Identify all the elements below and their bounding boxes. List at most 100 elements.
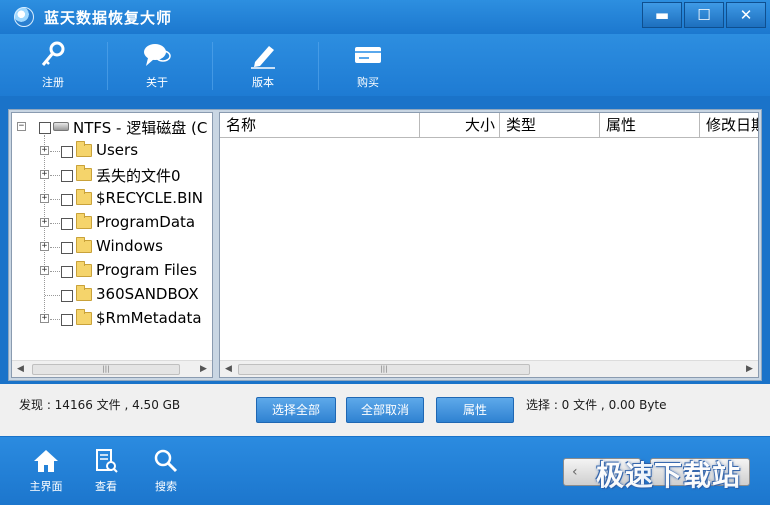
properties-button[interactable]: 属性 [436,397,514,423]
expand-toggle[interactable]: + [40,242,49,251]
tree-item[interactable]: + Program Files [12,260,212,282]
version-button[interactable]: 版本 [228,40,298,94]
toolbar-divider [318,42,319,90]
tree-checkbox[interactable] [61,146,73,158]
register-button[interactable]: 注册 [18,40,88,94]
tree-checkbox[interactable] [61,218,73,230]
tree-guide-line [50,319,60,320]
home-icon [34,450,58,472]
scroll-thumb[interactable]: ||| [32,364,180,375]
app-title: 蓝天数据恢复大师 [44,9,173,27]
expand-toggle[interactable]: + [40,146,49,155]
tree-item-label: ProgramData [96,213,196,231]
expand-toggle[interactable]: + [40,194,49,203]
about-button[interactable]: 关于 [122,40,192,94]
document-search-icon [96,449,118,473]
tree-guide-line [50,247,60,248]
maximize-button[interactable]: ☐ [684,2,724,28]
folder-icon [76,189,92,205]
buy-label: 购买 [357,76,379,89]
file-list-header: 名称 大小 类型 属性 修改日期 [220,113,758,138]
tree-item-label: 360SANDBOX [96,285,199,303]
tree-checkbox[interactable] [61,242,73,254]
tree-item[interactable]: + ProgramData [12,212,212,234]
tree-checkbox[interactable] [61,314,73,326]
tree-item-label: $RECYCLE.BIN [96,189,204,207]
tree-guide-line [50,199,60,200]
toolbar: 注册 关于 版本 购买 [0,34,770,96]
buy-button[interactable]: 购买 [333,40,403,94]
card-icon [355,47,381,63]
watermark-text: 极速下载站 [596,459,742,492]
register-label: 注册 [42,76,64,89]
view-label: 查看 [95,480,117,493]
file-list[interactable]: 名称 大小 类型 属性 修改日期 ◀ ||| ▶ [219,112,759,378]
folder-icon [76,285,92,301]
tree-guide-line [50,151,60,152]
list-horizontal-scrollbar[interactable]: ◀ ||| ▶ [220,360,758,377]
pencil-icon [251,46,275,69]
scroll-left-arrow-icon[interactable]: ◀ [12,361,29,377]
column-name[interactable]: 名称 [220,113,420,137]
deselect-all-button[interactable]: 全部取消 [346,397,424,423]
disk-icon [53,122,69,131]
chat-bubble-icon [144,44,171,66]
key-icon [41,41,65,66]
tree-item-label: Program Files [96,261,197,279]
toolbar-divider [212,42,213,90]
folder-icon [76,261,92,277]
tree-checkbox[interactable] [61,194,73,206]
expand-toggle[interactable]: + [40,170,49,179]
tree-item-label: Users [96,141,139,159]
title-bar: 蓝天数据恢复大师 ▬ ☐ ✕ [0,0,770,34]
magnifier-icon [154,449,178,473]
tree-checkbox[interactable] [61,266,73,278]
tree-item[interactable]: 360SANDBOX [12,284,212,306]
home-button[interactable]: 主界面 [20,448,72,494]
folder-icon [76,165,92,181]
expand-toggle[interactable]: + [40,218,49,227]
scroll-thumb[interactable]: ||| [238,364,530,375]
tree-item[interactable]: + 丢失的文件0 [12,164,212,186]
select-all-button[interactable]: 选择全部 [256,397,336,423]
tree-item[interactable]: + $RECYCLE.BIN [12,188,212,210]
scroll-right-arrow-icon[interactable]: ▶ [195,361,212,377]
tree-checkbox[interactable] [39,122,51,134]
folder-icon [76,141,92,157]
expand-toggle[interactable]: + [40,266,49,275]
tree-root-label: NTFS - 逻辑磁盘 (C [73,119,208,137]
column-size[interactable]: 大小 [420,113,500,137]
tree-item-label: $RmMetadata [96,309,202,327]
tree-item-label: Windows [96,237,163,255]
tree-checkbox[interactable] [61,170,73,182]
collapse-toggle[interactable]: − [17,122,26,131]
view-button[interactable]: 查看 [80,448,132,494]
tree-item[interactable]: + Windows [12,236,212,258]
directory-tree[interactable]: − NTFS - 逻辑磁盘 (C + Users + 丢失的文件0 + $REC… [11,112,213,378]
column-attributes[interactable]: 属性 [600,113,700,137]
column-type[interactable]: 类型 [500,113,600,137]
found-summary: 发现 : 14166 文件 , 4.50 GB [19,398,181,412]
app-logo-icon [14,7,34,27]
column-modified-date[interactable]: 修改日期 [700,113,758,137]
scroll-left-arrow-icon[interactable]: ◀ [220,361,237,377]
tree-item[interactable]: + Users [12,140,212,162]
tree-guide-line [50,223,60,224]
tree-item-label: 丢失的文件0 [96,167,181,185]
search-label: 搜索 [155,480,177,493]
folder-icon [76,309,92,325]
scroll-right-arrow-icon[interactable]: ▶ [741,361,758,377]
expand-toggle[interactable]: + [40,314,49,323]
search-button[interactable]: 搜索 [140,448,192,494]
folder-icon [76,237,92,253]
folder-icon [76,213,92,229]
tree-checkbox[interactable] [61,290,73,302]
tree-item[interactable]: + $RmMetadata [12,308,212,330]
tree-root[interactable]: − NTFS - 逻辑磁盘 (C [12,116,212,138]
tree-horizontal-scrollbar[interactable]: ◀ ||| ▶ [12,360,212,377]
minimize-button[interactable]: ▬ [642,2,682,28]
about-label: 关于 [146,76,168,89]
tree-guide-line [45,295,60,296]
tree-guide-line [50,271,60,272]
close-button[interactable]: ✕ [726,2,766,28]
